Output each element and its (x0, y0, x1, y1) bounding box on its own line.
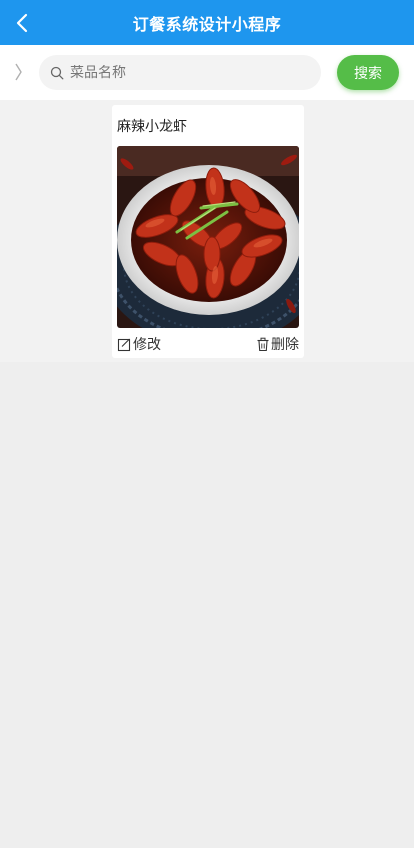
search-bar: 搜索 (0, 45, 414, 100)
edit-icon (117, 338, 131, 351)
card-actions: 修改 删除 (117, 334, 299, 354)
dish-list: 麻辣小龙虾 修改 删除 (0, 100, 414, 362)
edit-button[interactable]: 修改 (117, 334, 161, 354)
expand-filter-button[interactable] (8, 58, 28, 86)
back-button[interactable] (0, 0, 44, 45)
dish-card: 麻辣小龙虾 修改 删除 (112, 105, 304, 358)
trash-icon (257, 337, 269, 351)
chevron-right-icon (15, 63, 22, 81)
magnifier-icon (50, 66, 64, 80)
chevron-left-icon (16, 13, 28, 32)
search-input[interactable] (70, 64, 300, 81)
top-nav-bar: 订餐系统设计小程序 (0, 0, 414, 45)
search-button[interactable]: 搜索 (337, 55, 399, 90)
dish-image[interactable] (117, 146, 299, 328)
dish-name: 麻辣小龙虾 (117, 119, 187, 135)
edit-label: 修改 (133, 337, 161, 353)
search-box[interactable] (39, 55, 321, 90)
delete-button[interactable]: 删除 (256, 334, 299, 354)
page-title: 订餐系统设计小程序 (132, 14, 282, 34)
spicy-crayfish-photo (117, 146, 299, 328)
delete-label: 删除 (271, 337, 299, 353)
